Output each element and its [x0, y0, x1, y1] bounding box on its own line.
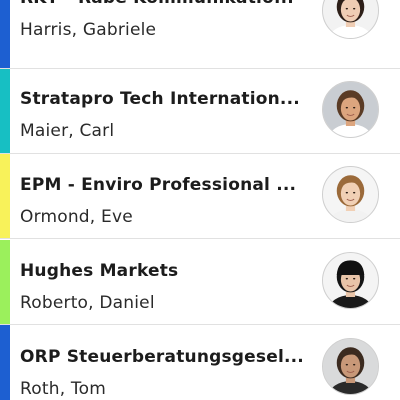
accent-bar — [0, 69, 10, 153]
contact-row[interactable]: ORP Steuerberatungsgesel... Roth, Tom — [0, 325, 400, 400]
man-brown-hair-avatar[interactable] — [322, 81, 379, 138]
contact-name: Roberto, Daniel — [20, 293, 155, 313]
contact-row[interactable]: EPM - Enviro Professional ... Ormond, Ev… — [0, 154, 400, 239]
man-phone-avatar[interactable] — [322, 338, 379, 395]
accent-bar — [0, 325, 10, 400]
woman-dark-hair-avatar[interactable] — [322, 0, 379, 39]
contact-row[interactable]: Hughes Markets Roberto, Daniel — [0, 240, 400, 325]
accent-bar — [0, 154, 10, 238]
contact-list: RKT - Rabe Kommunikatio... Harris, Gabri… — [0, 0, 400, 400]
company-name: Hughes Markets — [20, 261, 179, 281]
contact-name: Ormond, Eve — [20, 207, 133, 227]
company-name: ORP Steuerberatungsgesel... — [20, 347, 304, 367]
company-name: Stratapro Tech Internation... — [20, 89, 300, 109]
contact-row[interactable]: RKT - Rabe Kommunikatio... Harris, Gabri… — [0, 0, 400, 69]
company-name: RKT - Rabe Kommunikatio... — [20, 0, 310, 8]
contact-row[interactable]: Stratapro Tech Internation... Maier, Car… — [0, 69, 400, 154]
contact-name: Harris, Gabriele — [20, 20, 157, 40]
man-black-hat-avatar[interactable] — [322, 252, 379, 309]
company-name: EPM - Enviro Professional ... — [20, 175, 297, 195]
contact-name: Maier, Carl — [20, 121, 115, 141]
accent-bar — [0, 240, 10, 324]
contact-name: Roth, Tom — [20, 379, 106, 399]
woman-blonde-avatar[interactable] — [322, 166, 379, 223]
accent-bar — [0, 0, 10, 68]
